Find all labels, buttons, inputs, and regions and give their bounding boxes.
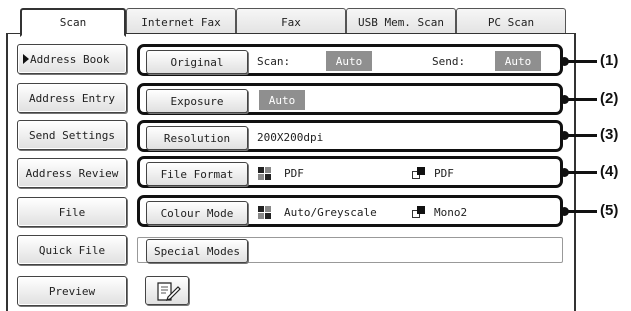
scan-settings-shortcut-button[interactable] xyxy=(145,276,189,305)
address-book-button[interactable]: Address Book xyxy=(17,44,127,74)
resolution-value: 200X200dpi xyxy=(257,131,324,144)
callout-3-line xyxy=(565,134,597,137)
callout-1-line xyxy=(565,60,597,63)
exposure-value-badge: Auto xyxy=(259,90,305,110)
scan-value-badge: Auto xyxy=(326,51,372,71)
callout-4-line xyxy=(565,171,597,174)
preview-button[interactable]: Preview xyxy=(17,276,127,306)
send-value-badge: Auto xyxy=(495,51,541,71)
colour-mode-button[interactable]: Colour Mode xyxy=(146,201,248,225)
selected-arrow-icon xyxy=(23,54,29,64)
exposure-row: Exposure Auto xyxy=(137,83,563,115)
colour-mode-mono-value: Mono2 xyxy=(434,206,468,219)
colour-grid-icon xyxy=(258,206,271,219)
colour-mode-row: Colour Mode Auto/Greyscale Mono2 xyxy=(137,195,563,227)
file-format-colour-value: PDF xyxy=(284,167,304,180)
resolution-row: Resolution 200X200dpi xyxy=(137,120,563,152)
tab-fax[interactable]: Fax xyxy=(236,8,346,35)
resolution-button[interactable]: Resolution xyxy=(146,126,248,150)
colour-mode-colour-value: Auto/Greyscale xyxy=(284,206,377,219)
file-button[interactable]: File xyxy=(17,197,127,227)
send-label: Send: xyxy=(432,55,466,68)
callout-1-label: (1) xyxy=(600,52,619,69)
file-format-row: File Format PDF PDF xyxy=(137,156,563,188)
scan-label: Scan: xyxy=(257,55,291,68)
file-format-mono-value: PDF xyxy=(434,167,454,180)
mono-page-icon xyxy=(412,166,426,180)
file-format-button[interactable]: File Format xyxy=(146,162,248,186)
address-book-label: Address Book xyxy=(30,52,110,66)
quick-file-button[interactable]: Quick File xyxy=(17,235,127,265)
special-modes-row: Special Modes xyxy=(137,237,563,263)
callout-2-label: (2) xyxy=(600,90,619,107)
callout-5-label: (5) xyxy=(600,202,619,219)
callout-2-line xyxy=(565,98,597,101)
mono-page-icon xyxy=(412,205,426,219)
original-button[interactable]: Original xyxy=(146,50,248,74)
callout-4-label: (4) xyxy=(600,163,619,180)
colour-grid-icon xyxy=(258,167,271,180)
callout-5-line xyxy=(565,210,597,213)
tab-internet-fax[interactable]: Internet Fax xyxy=(126,8,236,35)
address-entry-button[interactable]: Address Entry xyxy=(17,83,127,113)
send-settings-button[interactable]: Send Settings xyxy=(17,120,127,150)
exposure-button[interactable]: Exposure xyxy=(146,89,248,113)
address-review-button[interactable]: Address Review xyxy=(17,158,127,188)
original-row: Original Scan: Auto Send: Auto xyxy=(137,44,563,76)
special-modes-button[interactable]: Special Modes xyxy=(146,239,248,263)
tab-pc-scan[interactable]: PC Scan xyxy=(456,8,566,35)
tab-usb-mem-scan[interactable]: USB Mem. Scan xyxy=(346,8,456,35)
tab-scan[interactable]: Scan xyxy=(20,8,126,37)
callout-3-label: (3) xyxy=(600,126,619,143)
document-edit-icon xyxy=(157,282,181,301)
